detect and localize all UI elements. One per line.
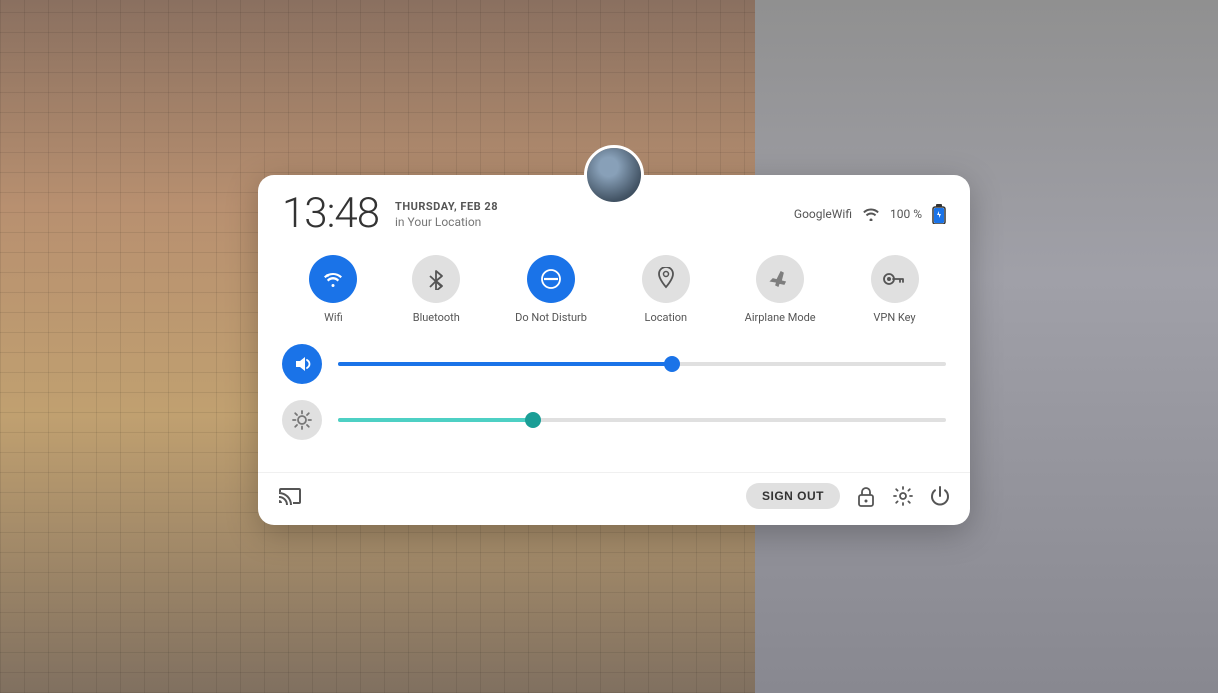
wifi-toggle-circle: [309, 255, 357, 303]
volume-button[interactable]: [282, 344, 322, 384]
airplane-label: Airplane Mode: [745, 311, 816, 324]
cast-button[interactable]: [278, 486, 302, 506]
wifi-icon: [862, 207, 880, 221]
sliders-section: [258, 340, 970, 472]
dnd-label: Do Not Disturb: [515, 311, 587, 324]
brightness-slider-row: [282, 400, 946, 440]
date-block: THURSDAY, FEB 28 in Your Location: [395, 200, 778, 229]
wifi-label: Wifi: [324, 311, 343, 324]
settings-button[interactable]: [892, 485, 914, 507]
toggle-bluetooth[interactable]: Bluetooth: [412, 255, 460, 324]
sign-out-button[interactable]: SIGN OUT: [746, 483, 840, 509]
location-line: in Your Location: [395, 215, 778, 229]
avatar-image: [587, 148, 641, 202]
time-display: 13:48: [282, 193, 379, 235]
bluetooth-toggle-circle: [412, 255, 460, 303]
time-block: 13:48: [282, 193, 379, 235]
brightness-button[interactable]: [282, 400, 322, 440]
lock-button[interactable]: [856, 485, 876, 507]
airplane-toggle-circle: [756, 255, 804, 303]
volume-slider-row: [282, 344, 946, 384]
dnd-toggle-circle: [527, 255, 575, 303]
quick-settings-panel: 13:48 THURSDAY, FEB 28 in Your Location …: [258, 175, 970, 525]
footer-right: SIGN OUT: [746, 483, 950, 509]
power-button[interactable]: [930, 485, 950, 507]
battery-icon: [932, 204, 946, 224]
vpn-label: VPN Key: [873, 311, 915, 324]
toggle-airplane-mode[interactable]: Airplane Mode: [745, 255, 816, 324]
location-toggle-circle: [642, 255, 690, 303]
toggle-vpn-key[interactable]: VPN Key: [871, 255, 919, 324]
volume-track[interactable]: [338, 362, 946, 366]
toggle-location[interactable]: Location: [642, 255, 690, 324]
location-label: Location: [645, 311, 688, 324]
wifi-network-name: GoogleWifi: [794, 207, 852, 221]
status-block: GoogleWifi 100 %: [794, 204, 946, 224]
volume-thumb[interactable]: [664, 356, 680, 372]
bluetooth-label: Bluetooth: [413, 311, 460, 324]
brightness-fill: [338, 418, 533, 422]
battery-percentage: 100 %: [890, 207, 922, 221]
avatar[interactable]: [584, 145, 644, 205]
vpn-toggle-circle: [871, 255, 919, 303]
brightness-track[interactable]: [338, 418, 946, 422]
panel-footer: SIGN OUT: [258, 472, 970, 525]
brightness-thumb[interactable]: [525, 412, 541, 428]
toggle-do-not-disturb[interactable]: Do Not Disturb: [515, 255, 587, 324]
volume-fill: [338, 362, 672, 366]
toggle-wifi[interactable]: Wifi: [309, 255, 357, 324]
date-line: THURSDAY, FEB 28: [395, 200, 778, 213]
toggles-row: Wifi Bluetooth Do Not Dist: [258, 243, 970, 340]
